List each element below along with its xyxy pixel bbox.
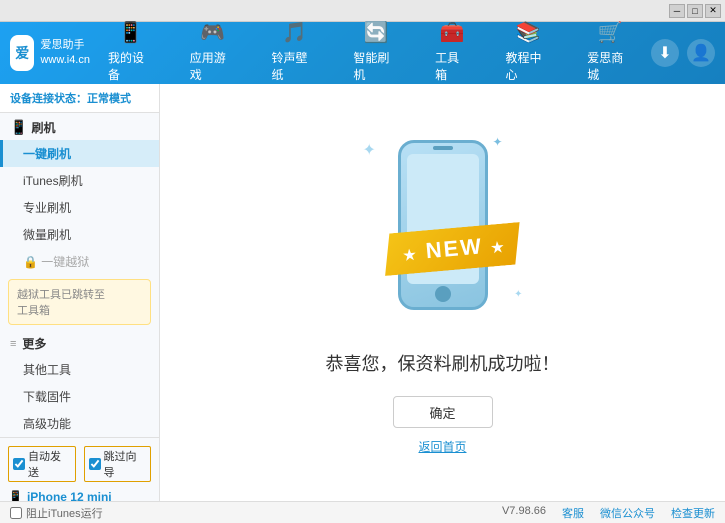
phone-illustration: ✦ ✦ ✦ ★ NEW ★ [353,130,533,330]
sidebar: 设备连接状态：正常模式 📱 刷机 一键刷机 iTunes刷机 专业刷机 微量刷机… [0,84,160,501]
user-button[interactable]: 👤 [687,39,715,67]
sparkle-1-icon: ✦ [363,140,376,160]
customer-service-link[interactable]: 客服 [562,505,584,521]
logo-icon: 爱 [10,35,34,71]
auto-send-checkbox[interactable] [13,458,25,470]
sidebar-item-advanced[interactable]: 高级功能 [0,410,159,437]
ringtones-icon: 🎵 [282,20,307,45]
tutorial-icon: 📚 [516,20,541,45]
confirm-button[interactable]: 确定 [393,396,493,428]
maximize-button[interactable]: □ [687,4,703,18]
sidebar-item-other-tools[interactable]: 其他工具 [0,356,159,383]
nav-apps-games[interactable]: 🎮 应用游戏 [172,12,254,94]
bottom-bar-right: V7.98.66 客服 微信公众号 检查更新 [502,505,715,521]
device-info: 📱 iPhone 12 mini 64GB Down-12mini-13,1 [8,486,151,501]
sidebar-item-micro-flash[interactable]: 微量刷机 [0,221,159,248]
smart-store-icon: 🔄 [364,20,389,45]
auto-send-checkbox-container: 自动发送 [8,446,76,482]
sidebar-item-one-click-flash[interactable]: 一键刷机 [0,140,159,167]
logo-text: 爱思助手 www.i4.cn [40,38,90,69]
nav-app-store[interactable]: 🛒 爱思商城 [569,12,651,94]
my-device-icon: 📱 [118,20,143,45]
success-message: 恭喜您，保资料刷机成功啦！ [326,350,560,376]
bottom-bar: 阻止iTunes运行 V7.98.66 客服 微信公众号 检查更新 [0,501,725,523]
stop-itunes-checkbox[interactable] [10,507,22,519]
apps-games-icon: 🎮 [200,20,225,45]
flash-section-header: 📱 刷机 [0,113,159,140]
sidebar-item-download-firmware[interactable]: 下载固件 [0,383,159,410]
nav-toolbox[interactable]: 🧰 工具箱 [417,12,487,94]
sidebar-item-pro-flash[interactable]: 专业刷机 [0,194,159,221]
toolbox-icon: 🧰 [440,20,465,45]
sidebar-notice: 越狱工具已跳转至 工具箱 [8,279,151,325]
minimize-button[interactable]: ─ [669,4,685,18]
window-controls: ─ □ ✕ [669,4,721,18]
nav-tutorial[interactable]: 📚 教程中心 [487,12,569,94]
device-name: 📱 iPhone 12 mini [8,490,151,501]
skip-wizard-checkbox[interactable] [89,458,101,470]
logo-area: 爱 爱思助手 www.i4.cn [10,35,90,71]
sidebar-item-itunes-flash[interactable]: iTunes刷机 [0,167,159,194]
check-update-link[interactable]: 检查更新 [671,505,715,521]
sparkle-2-icon: ✦ [492,135,502,149]
main-layout: 设备连接状态：正常模式 📱 刷机 一键刷机 iTunes刷机 专业刷机 微量刷机… [0,84,725,501]
app-store-icon: 🛒 [598,20,623,45]
sidebar-item-jailbreak: 🔒 一键越狱 [0,248,159,275]
sparkle-3-icon: ✦ [514,289,522,300]
wechat-link[interactable]: 微信公众号 [600,505,655,521]
download-button[interactable]: ⬇ [651,39,679,67]
flash-icon: 📱 [10,119,27,136]
checkbox-row: 自动发送 跳过向导 [8,446,151,482]
device-phone-icon: 📱 [8,490,23,501]
close-button[interactable]: ✕ [705,4,721,18]
nav-ringtones[interactable]: 🎵 铃声壁纸 [254,12,336,94]
sidebar-bottom: 自动发送 跳过向导 📱 iPhone 12 mini 64GB Down-12m… [0,437,159,501]
nav-my-device[interactable]: 📱 我的设备 [90,12,172,94]
header-right: ⬇ 👤 [651,39,715,67]
skip-wizard-checkbox-container: 跳过向导 [84,446,152,482]
status-bar: 设备连接状态：正常模式 [0,84,159,113]
nav-smart-store[interactable]: 🔄 智能刷机 [335,12,417,94]
more-section-header: ≡ 更多 [0,329,159,356]
back-link[interactable]: 返回首页 [418,438,466,455]
nav-items: 📱 我的设备 🎮 应用游戏 🎵 铃声壁纸 🔄 智能刷机 🧰 工具箱 📚 教程中心… [90,12,651,94]
bottom-bar-left: 阻止iTunes运行 [10,505,103,521]
header: 爱 爱思助手 www.i4.cn 📱 我的设备 🎮 应用游戏 🎵 铃声壁纸 🔄 … [0,22,725,84]
content-area: ✦ ✦ ✦ ★ NEW ★ 恭喜您，保资料刷机成功啦！ 确定 返回首页 [160,84,725,501]
